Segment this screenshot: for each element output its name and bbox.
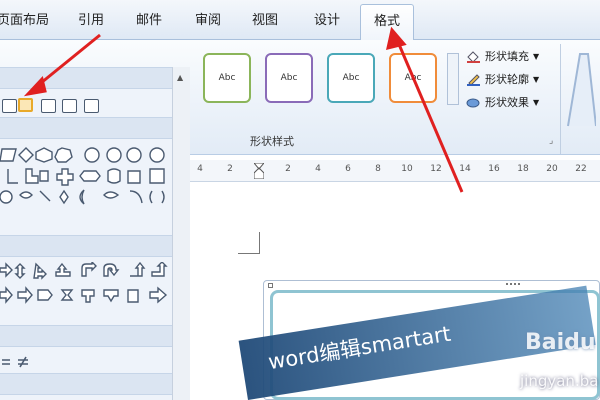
- arrow-line: [35, 33, 101, 89]
- arrow-line: [396, 41, 464, 193]
- baidu-logo: Baidu: [525, 330, 596, 355]
- arrow-head: [386, 26, 407, 51]
- watermark-site: jingyan.ba: [520, 372, 599, 390]
- arrow-head: [23, 75, 47, 97]
